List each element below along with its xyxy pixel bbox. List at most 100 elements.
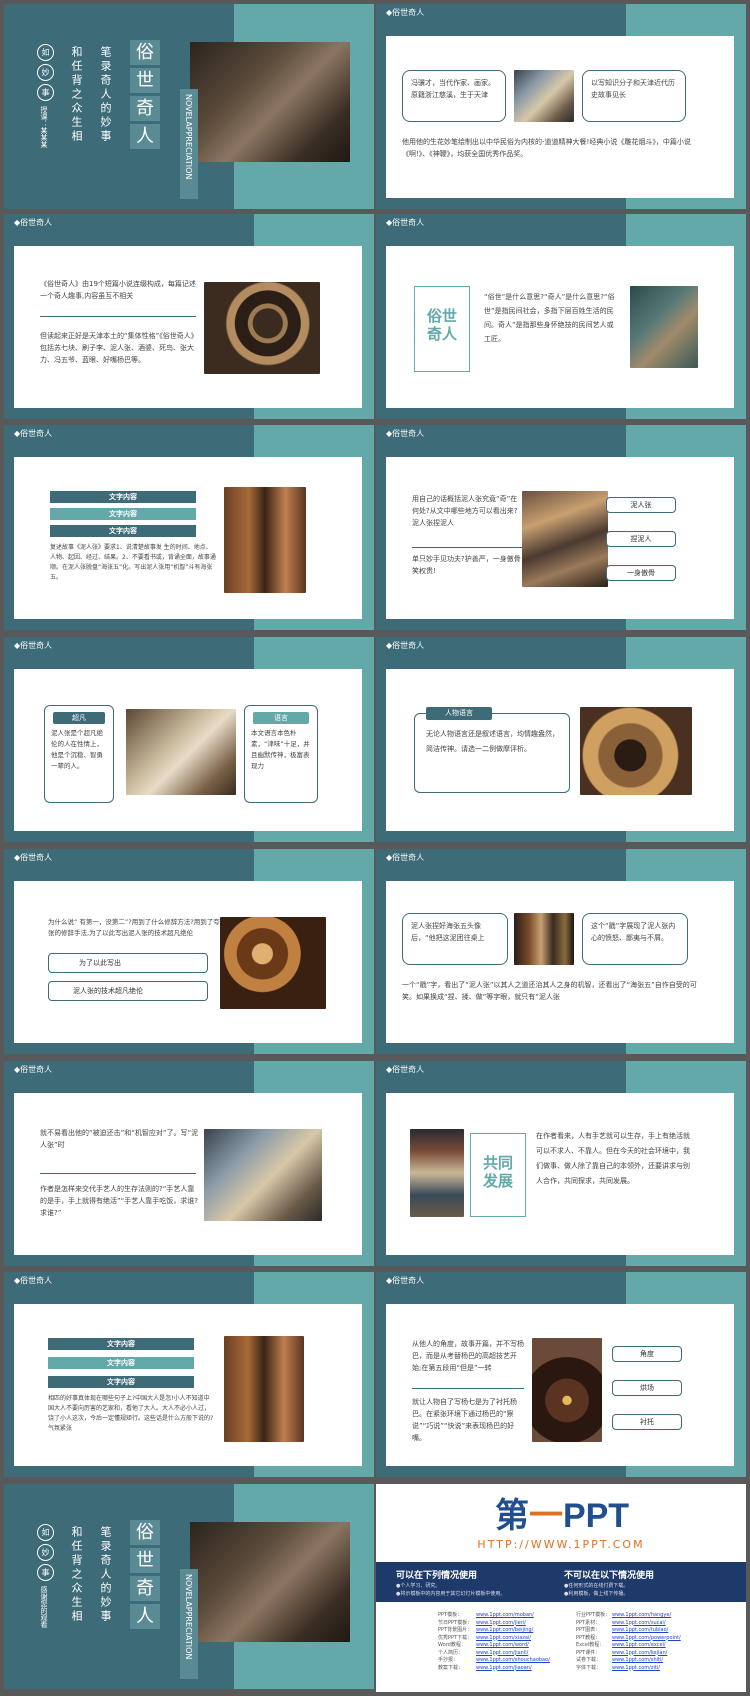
content-panel: 共同发展 在作者看来，人有手艺就可以生存，手上有绝活就可以不求人、不靠人。但在今… [386, 1093, 734, 1255]
suitcase-photo [190, 1522, 350, 1642]
slide-header: ◆俗世奇人 [386, 429, 425, 438]
slide-6[interactable]: ◆俗世奇人 用自己的话概括泥人张究竟“奇”在何处?从文中哪些地方可以看出来?泥人… [376, 425, 746, 630]
slide-13[interactable]: ◆俗世奇人 文字内容 文字内容 文字内容 相匹的好事真体现在哪些句子上?中国大人… [4, 1272, 374, 1477]
circle-char-1: 如 [37, 1524, 54, 1541]
slide-15-ending[interactable]: 如 妙 事 感谢您的观看 和任背之众生相 笔录奇人的妙事 俗 世 奇 人 NOV… [4, 1484, 374, 1689]
content-panel: 超凡 泥人张是个超凡绝伦的人在性情上，他是个沉稳、智勇一辈的人。 语言 本文语言… [14, 669, 362, 831]
slide-8[interactable]: ◆俗世奇人 人物语言 无论人物语言还是叙述语言，均情趣盎然，简洁传神。请选一二例… [376, 637, 746, 842]
slide-3[interactable]: ◆俗世奇人 《俗世奇人》由19个短篇小说连缀构成，每篇记述一个奇人趣事,内容虽互… [4, 214, 374, 419]
link-row[interactable]: Excel教程： www.1ppt.com/excel/ [576, 1642, 681, 1650]
side-caption: 感谢您的观看 [40, 1586, 48, 1628]
answer-box-1[interactable]: 为了以此写出 [48, 953, 208, 973]
link-label: 字体下载： [576, 1664, 602, 1671]
title-char: 俗 [130, 1520, 160, 1545]
slide-5[interactable]: ◆俗世奇人 文字内容 文字内容 文字内容 复述故事《泥人张》要求1、说清楚故事发… [4, 425, 374, 630]
link-url[interactable]: www.1ppt.com/excel/ [612, 1642, 666, 1648]
link-url[interactable]: www.1ppt.com/shiti/ [612, 1657, 663, 1663]
link-row[interactable]: Word教程： www.1ppt.com/word/ [438, 1642, 550, 1650]
option-button-3[interactable]: 衬托 [612, 1414, 682, 1430]
link-row[interactable]: PPT素材： www.1ppt.com/sucai/ [576, 1620, 681, 1628]
allowed-item-2: ●将示模板中的内容用于其它幻灯片模板中使用。 [396, 1591, 506, 1597]
text-1: 从他人的角度，故事开篇，并不写杨巴，而是从考替杨巴的高超技艺开始;在第五段用“但… [412, 1340, 524, 1372]
link-url[interactable]: www.1ppt.com/moban/ [476, 1612, 534, 1618]
option-button-1[interactable]: 角度 [612, 1346, 682, 1362]
side-caption: 授课：某某某 [40, 106, 48, 148]
slide-header: ◆俗世奇人 [14, 218, 53, 227]
title-char: 世 [130, 68, 160, 93]
link-row[interactable]: 个人简历： www.1ppt.com/jianli/ [438, 1650, 550, 1658]
usage-band: 可以在下列情况使用 ●个人学习、研究。 ●将示模板中的内容用于其它幻灯片模板中使… [376, 1562, 746, 1692]
brand-url[interactable]: HTTP://WWW.1PPT.COM [376, 1538, 746, 1551]
link-url[interactable]: www.1ppt.com/word/ [476, 1642, 529, 1648]
body-text: 他用他的生花妙笔绘制出以中华民俗为内核的-道道精神大餐!经典小说《雕花烟斗》，中… [402, 138, 691, 158]
link-row[interactable]: 行业PPT模板： www.1ppt.com/hangye/ [576, 1612, 681, 1620]
link-url[interactable]: www.1ppt.com/kejian/ [612, 1650, 667, 1656]
slide-12[interactable]: ◆俗世奇人 共同发展 在作者看来，人有手艺就可以生存，手上有绝活就可以不求人、不… [376, 1061, 746, 1266]
link-url[interactable]: www.1ppt.com/beijing/ [476, 1627, 533, 1633]
link-row[interactable]: PPT教程： www.1ppt.com/powerpoint/ [576, 1635, 681, 1643]
circle-char-2: 妙 [37, 64, 54, 81]
link-row[interactable]: 试卷下载： www.1ppt.com/shiti/ [576, 1657, 681, 1665]
slide-1-cover[interactable]: 如 妙 事 授课：某某某 和任背之众生相 笔录奇人的妙事 俗 世 奇 人 NOV… [4, 4, 374, 209]
link-label: Word教程： [438, 1642, 466, 1648]
link-url[interactable]: www.1ppt.com/ziti/ [612, 1665, 660, 1671]
slide-4[interactable]: ◆俗世奇人 俗世奇人 “俗世”是什么意思?“奇人”是什么意思?“俗世”是指民间社… [376, 214, 746, 419]
text-2: 就让人物自了写杨七是为了衬托杨巴。在紧张环境下通过杨巴的“察说”“巧说”“快说”… [412, 1398, 517, 1442]
bar-3: 文字内容 [48, 1376, 194, 1388]
option-button-3[interactable]: 一身傲骨 [606, 565, 676, 581]
camera-photo [580, 707, 692, 795]
link-label: PPT素材： [576, 1619, 601, 1626]
link-row[interactable]: PPT图表： www.1ppt.com/tubiao/ [576, 1627, 681, 1635]
link-url[interactable]: www.1ppt.com/shouchaobao/ [476, 1657, 550, 1663]
link-url[interactable]: www.1ppt.com/tubiao/ [612, 1627, 668, 1633]
slide-9[interactable]: ◆俗世奇人 为什么说“ 有第一，没第二”?用到了什么修辞方法?用到了夸张的修辞手… [4, 849, 374, 1054]
link-row[interactable]: PPT模板： www.1ppt.com/moban/ [438, 1612, 550, 1620]
link-label: Excel教程： [576, 1642, 605, 1648]
link-row[interactable]: 字体下载： www.1ppt.com/ziti/ [576, 1665, 681, 1673]
slide-2[interactable]: ◆俗世奇人 冯骥才，当代作家、画家。原籍浙江慈溪，生于天津 以写知识分子和天津近… [376, 4, 746, 209]
link-row[interactable]: 优秀PPT下载： www.1ppt.com/xiazai/ [438, 1635, 550, 1643]
link-label: 优秀PPT下载： [438, 1634, 473, 1641]
link-label: 教案下载： [438, 1664, 464, 1671]
bike-photo [224, 487, 306, 593]
text-1: 就不易看出他的“被迫还击”和“机智应对”了。写“泥人张”时 [40, 1129, 199, 1149]
brand-logo: 第一PPT [462, 1498, 662, 1534]
bar-1: 文字内容 [48, 1338, 194, 1350]
slide-14[interactable]: ◆俗世奇人 从他人的角度，故事开篇，并不写杨巴，而是从考替杨巴的高超技艺开始;在… [376, 1272, 746, 1477]
link-row[interactable]: 节日PPT模板： www.1ppt.com/jieri/ [438, 1620, 550, 1628]
link-url[interactable]: www.1ppt.com/powerpoint/ [612, 1635, 681, 1641]
title-char: 世 [130, 1548, 160, 1573]
slide-11[interactable]: ◆俗世奇人 就不易看出他的“被迫还击”和“机智应对”了。写“泥人张”时 作者是怎… [4, 1061, 374, 1266]
link-url[interactable]: www.1ppt.com/sucai/ [612, 1620, 666, 1626]
link-row[interactable]: PPT背景图片： www.1ppt.com/beijing/ [438, 1627, 550, 1635]
slide-header: ◆俗世奇人 [14, 1065, 53, 1074]
option-button-1[interactable]: 泥人张 [606, 497, 676, 513]
link-row[interactable]: 手抄报： www.1ppt.com/shouchaobao/ [438, 1657, 550, 1665]
link-url[interactable]: www.1ppt.com/jieri/ [476, 1620, 526, 1626]
answer-box-2[interactable]: 泥人张的技术超凡绝伦 [48, 981, 208, 1001]
clock-photo [220, 917, 326, 1009]
slide-7[interactable]: ◆俗世奇人 超凡 泥人张是个超凡绝伦的人在性情上，他是个沉稳、智勇一辈的人。 语… [4, 637, 374, 842]
link-url[interactable]: www.1ppt.com/jianli/ [476, 1650, 528, 1656]
link-url[interactable]: www.1ppt.com/xiazai/ [476, 1635, 531, 1641]
link-url[interactable]: www.1ppt.com/hangye/ [612, 1612, 671, 1618]
link-row[interactable]: PPT课件： www.1ppt.com/kejian/ [576, 1650, 681, 1658]
bar-2: 文字内容 [48, 1357, 194, 1369]
slide-header: ◆俗世奇人 [14, 1276, 53, 1285]
link-label: 手抄报： [438, 1657, 459, 1663]
divider [412, 547, 524, 548]
link-label: PPT模板： [438, 1612, 463, 1618]
slide-10[interactable]: ◆俗世奇人 泥人张捏好海张五头像后，“他把这泥团往桌上 这个“戳”字展现了泥人张… [376, 849, 746, 1054]
body-text: 在作者看来，人有手艺就可以生存，手上有绝活就可以不求人、不靠人。但在今天的社会环… [536, 1132, 690, 1185]
subtitle-col-2: 笔录奇人的妙事 [99, 46, 112, 144]
option-button-2[interactable]: 烘场 [612, 1380, 682, 1396]
slide-16-branding[interactable]: 第一PPT HTTP://WWW.1PPT.COM 可以在下列情况使用 ●个人学… [376, 1484, 746, 1692]
subtitle-col-1: 和任背之众生相 [70, 46, 83, 144]
link-row[interactable]: 教案下载： www.1ppt.com/jiaoan/ [438, 1665, 550, 1673]
option-button-2[interactable]: 捏泥人 [606, 531, 676, 547]
circle-char-1: 如 [37, 44, 54, 61]
card-title: 语言 [253, 712, 309, 724]
bar-1: 文字内容 [50, 491, 196, 503]
link-url[interactable]: www.1ppt.com/jiaoan/ [476, 1665, 532, 1671]
slide-header: ◆俗世奇人 [14, 641, 53, 650]
